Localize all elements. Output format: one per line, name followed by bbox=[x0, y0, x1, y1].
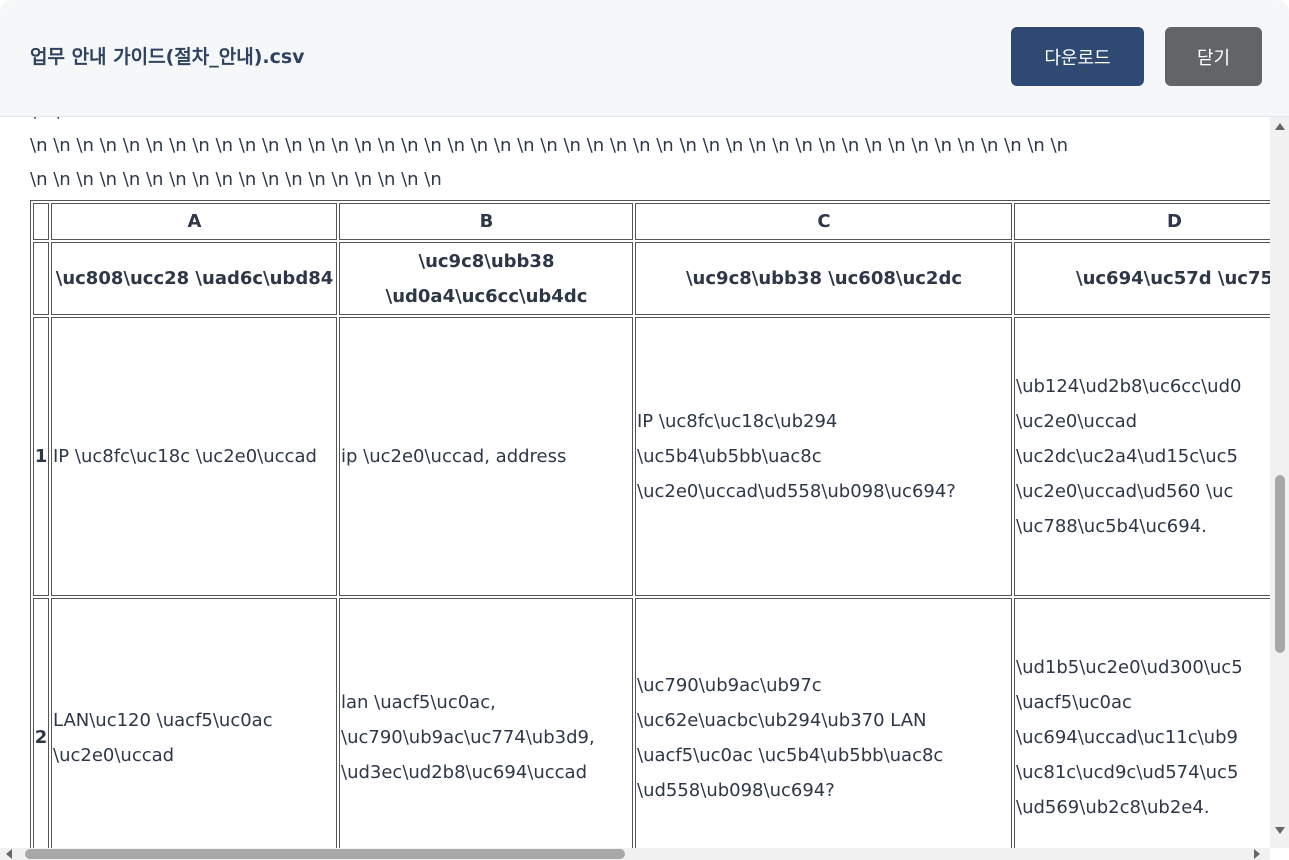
csv-preview-area[interactable]: \n \n \n \n \n \n \n \n \n \n \n \n \n \… bbox=[0, 117, 1270, 848]
newline-text-line: \n \n \n \n \n \n \n \n \n \n \n \n \n \… bbox=[30, 169, 442, 190]
horizontal-scrollbar[interactable] bbox=[0, 848, 1270, 860]
file-name-title: 업무 안내 가이드(절차_안내).csv bbox=[30, 46, 305, 68]
column-header-a: A bbox=[51, 203, 337, 240]
label-row-number-cell bbox=[33, 242, 49, 315]
corner-cell bbox=[33, 203, 49, 240]
vertical-scrollbar[interactable] bbox=[1270, 117, 1289, 848]
table-cell: lan \uacf5\uc0ac, \uc790\ub9ac\uc774\ub3… bbox=[339, 598, 633, 848]
download-button[interactable]: 다운로드 bbox=[1011, 27, 1144, 86]
newline-text-line: \n \n \n \n \n \n \n \n \n \n \n \n \n \… bbox=[30, 135, 1069, 156]
vertical-scroll-thumb[interactable] bbox=[1275, 475, 1285, 653]
row-number: 1 bbox=[33, 317, 49, 596]
newline-text-line: \n \n bbox=[30, 117, 1270, 129]
column-label-c: \uc9c8\ubb38 \uc608\uc2dc bbox=[635, 242, 1012, 315]
scroll-left-arrow-icon[interactable] bbox=[6, 849, 12, 859]
csv-preview-content: \n \n \n \n \n \n \n \n \n \n \n \n \n \… bbox=[30, 117, 1270, 848]
table-cell: \ub124\ud2b8\uc6cc\ud0 \uc2e0\uccad \uc2… bbox=[1014, 317, 1270, 596]
horizontal-scroll-thumb[interactable] bbox=[25, 849, 625, 859]
table-cell: ip \uc2e0\uccad, address bbox=[339, 317, 633, 596]
csv-table: A B C D \uc808\ucc28 \uad6c\ubd84 \uc9c8… bbox=[30, 200, 1270, 848]
column-label-a: \uc808\ucc28 \uad6c\ubd84 bbox=[51, 242, 337, 315]
column-label-d: \uc694\uc57d \uc75 bbox=[1014, 242, 1270, 315]
column-label-b: \uc9c8\ubb38 \ud0a4\uc6cc\ub4dc bbox=[339, 242, 633, 315]
scroll-up-arrow-icon[interactable] bbox=[1275, 123, 1285, 130]
scroll-right-arrow-icon[interactable] bbox=[1254, 849, 1260, 859]
table-cell: \uc790\ub9ac\ub97c \uc62e\uacbc\ub294\ub… bbox=[635, 598, 1012, 848]
column-letter-row: A B C D bbox=[33, 203, 1270, 240]
table-cell: IP \uc8fc\uc18c \uc2e0\uccad bbox=[51, 317, 337, 596]
viewer-header: 업무 안내 가이드(절차_안내).csv 다운로드 닫기 bbox=[0, 0, 1289, 117]
scroll-down-arrow-icon[interactable] bbox=[1275, 827, 1285, 834]
row-number: 2 bbox=[33, 598, 49, 848]
table-row: 1 IP \uc8fc\uc18c \uc2e0\uccad ip \uc2e0… bbox=[33, 317, 1270, 596]
table-row: 2 LAN\uc120 \uacf5\uc0ac \uc2e0\uccad la… bbox=[33, 598, 1270, 848]
column-label-row: \uc808\ucc28 \uad6c\ubd84 \uc9c8\ubb38 \… bbox=[33, 242, 1270, 315]
close-button[interactable]: 닫기 bbox=[1165, 27, 1262, 86]
table-cell: \ud1b5\uc2e0\ud300\uc5 \uacf5\uc0ac \uc6… bbox=[1014, 598, 1270, 848]
column-header-d: D bbox=[1014, 203, 1270, 240]
table-cell: LAN\uc120 \uacf5\uc0ac \uc2e0\uccad bbox=[51, 598, 337, 848]
column-header-c: C bbox=[635, 203, 1012, 240]
table-cell: IP \uc8fc\uc18c\ub294 \uc5b4\ub5bb\uac8c… bbox=[635, 317, 1012, 596]
column-header-b: B bbox=[339, 203, 633, 240]
